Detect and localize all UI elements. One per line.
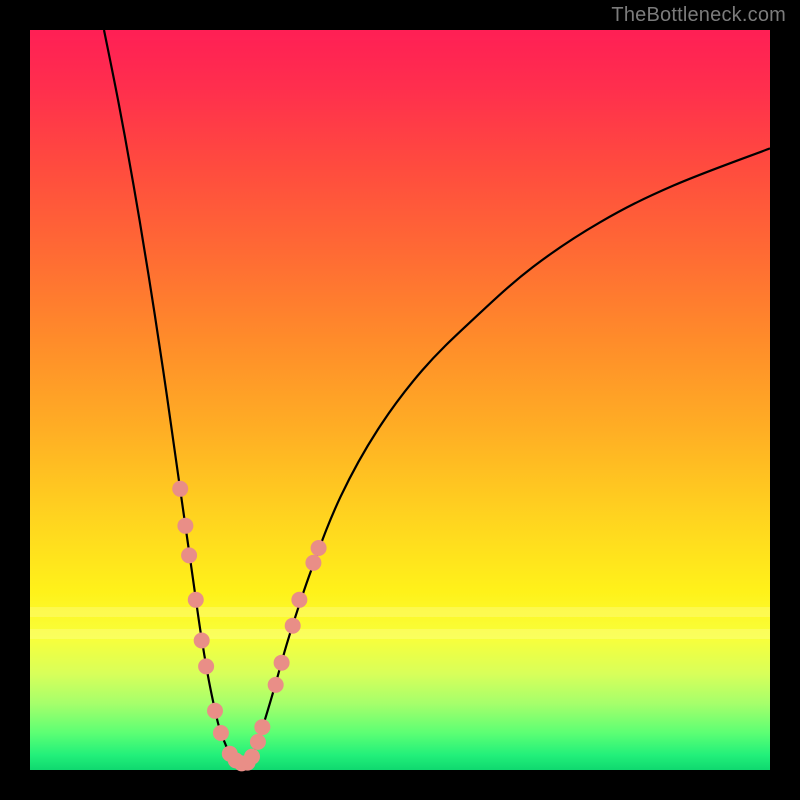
- marker-dot: [172, 481, 188, 497]
- marker-dot: [181, 547, 197, 563]
- marker-dot: [177, 518, 193, 534]
- marker-dot: [254, 719, 270, 735]
- chart-svg: [30, 30, 770, 770]
- marker-dot: [244, 749, 260, 765]
- marker-dot: [207, 703, 223, 719]
- marker-dot: [198, 658, 214, 674]
- marker-dots-group: [172, 481, 326, 772]
- marker-dot: [194, 633, 210, 649]
- marker-dot: [285, 618, 301, 634]
- watermark-text: TheBottleneck.com: [611, 4, 786, 27]
- marker-dot: [305, 555, 321, 571]
- marker-dot: [268, 677, 284, 693]
- marker-dot: [188, 592, 204, 608]
- marker-dot: [291, 592, 307, 608]
- left-branch-curve: [104, 30, 236, 761]
- marker-dot: [250, 734, 266, 750]
- right-branch-curve: [250, 148, 770, 761]
- marker-dot: [213, 725, 229, 741]
- curve-group: [104, 30, 770, 766]
- marker-dot: [311, 540, 327, 556]
- marker-dot: [274, 655, 290, 671]
- chart-frame: TheBottleneck.com: [0, 0, 800, 800]
